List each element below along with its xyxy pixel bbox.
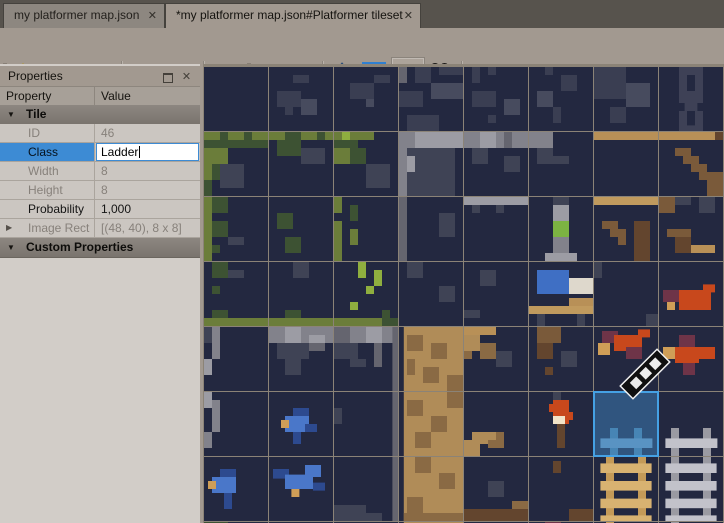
section-label: Custom Properties (26, 238, 133, 257)
float-panel-button[interactable] (161, 71, 174, 84)
property-value: 46 (95, 124, 200, 142)
tile-2x5[interactable] (334, 392, 398, 456)
tab-tileset-document[interactable]: *my platformer map.json#Platformer tiles… (165, 3, 421, 28)
property-name: Image Rect (0, 219, 95, 237)
property-name: ID (0, 124, 95, 142)
property-row-width[interactable]: Width 8 (0, 162, 200, 181)
float-icon (163, 73, 173, 83)
properties-column-header: Property Value (0, 87, 200, 106)
property-name: Class (0, 143, 95, 161)
property-row-height[interactable]: Height 8 (0, 181, 200, 200)
close-icon[interactable]: ✕ (148, 4, 157, 28)
column-header-property[interactable]: Property (0, 87, 95, 105)
properties-panel: Properties ✕ Property Value ▼ Tile ID 46… (0, 64, 200, 523)
close-icon[interactable]: ✕ (404, 4, 413, 28)
input-text: Ladder (101, 145, 138, 159)
tile-2x2[interactable] (334, 197, 398, 261)
property-row-id[interactable]: ID 46 (0, 124, 200, 143)
property-name: Width (0, 162, 95, 180)
tab-label: *my platformer map.json#Platformer tiles… (176, 8, 403, 22)
tile-0x0[interactable] (204, 67, 268, 131)
property-value: [(48, 40), 8 x 8] (95, 219, 200, 237)
panel-title: Properties (8, 69, 63, 83)
tab-map-document[interactable]: my platformer map.json ✕ (3, 3, 165, 28)
tile-6x1[interactable] (594, 132, 658, 196)
property-name: Height (0, 181, 95, 199)
section-custom-properties[interactable]: ▼ Custom Properties (0, 238, 200, 258)
property-row-probability[interactable]: Probability 1,000 (0, 200, 200, 219)
chevron-down-icon: ▼ (7, 238, 15, 257)
tiled-window: my platformer map.json ✕ *my platformer … (0, 0, 724, 523)
column-header-value[interactable]: Value (95, 87, 200, 105)
selected-tile-highlight (594, 392, 658, 456)
text-caret (139, 146, 140, 158)
property-name: Probability (0, 200, 95, 218)
property-value: 8 (95, 181, 200, 199)
property-row-class[interactable]: Class Ladder (0, 143, 200, 162)
section-tile[interactable]: ▼ Tile (0, 105, 200, 125)
properties-panel-titlebar[interactable]: Properties ✕ (0, 66, 200, 87)
property-value: 1,000 (95, 200, 200, 218)
section-label: Tile (26, 105, 46, 124)
chevron-down-icon: ▼ (7, 105, 15, 124)
tab-label: my platformer map.json (14, 8, 139, 22)
tileset-view[interactable] (203, 64, 724, 523)
property-row-image-rect[interactable]: ▶ Image Rect [(48, 40), 8 x 8] (0, 219, 200, 238)
document-tabbar: my platformer map.json ✕ *my platformer … (0, 0, 724, 28)
close-panel-button[interactable]: ✕ (180, 71, 193, 84)
tileset-pane (203, 64, 724, 523)
main-toolbar: ↶ ↷ ⚙ ⚙ ▾ + − (0, 28, 724, 64)
property-value: 8 (95, 162, 200, 180)
class-value-input[interactable]: Ladder (96, 143, 199, 161)
